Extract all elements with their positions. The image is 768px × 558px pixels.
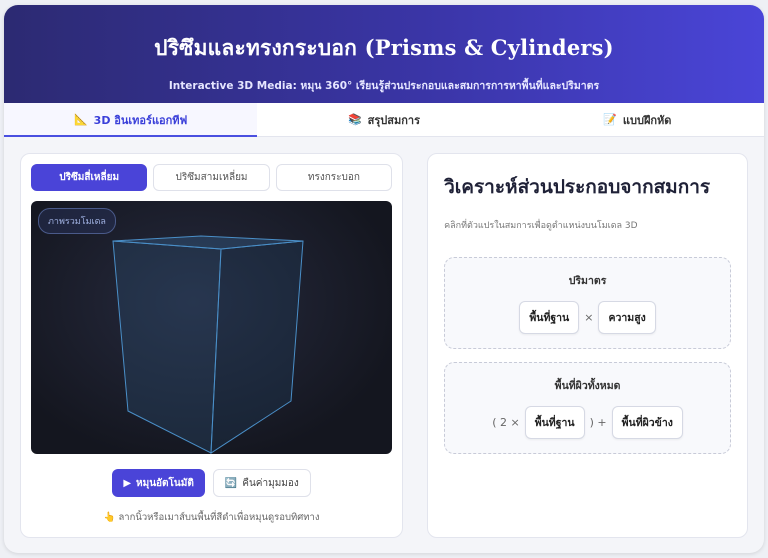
shape-tri-prism-button[interactable]: ปริซึมสามเหลี่ยม bbox=[153, 164, 270, 191]
drag-hint: 👆 ลากนิ้วหรือเมาส์บนพื้นที่สีดำเพื่อหมุน… bbox=[31, 510, 392, 525]
base-area-term[interactable]: พื้นที่ฐาน bbox=[519, 301, 580, 334]
drag-hint-text: ลากนิ้วหรือเมาส์บนพื้นที่สีดำเพื่อหมุนดู… bbox=[118, 512, 320, 523]
page-subtitle: Interactive 3D Media: หมุน 360° เรียนรู้… bbox=[168, 80, 600, 92]
tab-label: สรุปสมการ bbox=[367, 113, 420, 127]
model-panel: ปริซึมสี่เหลี่ยม ปริซึมสามเหลี่ยม ทรงกระ… bbox=[20, 153, 404, 538]
volume-formula: พื้นที่ฐาน × ความสูง bbox=[455, 301, 720, 334]
prism-wireframe bbox=[112, 235, 304, 454]
volume-formula-card: ปริมาตร พื้นที่ฐาน × ความสูง bbox=[444, 257, 731, 349]
shape-cylinder-button[interactable]: ทรงกระบอก bbox=[275, 164, 393, 191]
tab-label: แบบฝึกหัด bbox=[622, 113, 672, 127]
shape-rect-prism-button[interactable]: ปริซึมสี่เหลี่ยม bbox=[31, 164, 148, 191]
base-area-term[interactable]: พื้นที่ฐาน bbox=[524, 406, 585, 439]
reset-icon: 🔄 bbox=[224, 477, 238, 489]
shape-selector: ปริซึมสี่เหลี่ยม ปริซึมสามเหลี่ยม ทรงกระ… bbox=[31, 164, 393, 191]
viewport-controls: ▶ หมุนอัตโนมัติ 🔄 คืนค่ามุมมอง bbox=[31, 469, 392, 497]
analysis-description: คลิกที่ตัวแปรในสมการเพื่อดูตำแหน่งบนโมเด… bbox=[444, 221, 638, 231]
surface-formula: ( 2 × พื้นที่ฐาน ) + พื้นที่ผิวข้าง bbox=[455, 406, 720, 439]
auto-rotate-label: หมุนอัตโนมัติ bbox=[136, 477, 194, 489]
3d-viewport[interactable]: ภาพรวมโมเดล bbox=[31, 201, 393, 454]
formula-suffix: ) + bbox=[589, 416, 607, 429]
ruler-icon: 📐 bbox=[73, 113, 88, 126]
analysis-title: วิเคราะห์ส่วนประกอบจากสมการ bbox=[444, 176, 711, 198]
surface-formula-card: พื้นที่ผิวทั้งหมด ( 2 × พื้นที่ฐาน ) + พ… bbox=[444, 362, 731, 454]
memo-icon: 📝 bbox=[603, 113, 617, 126]
surface-formula-title: พื้นที่ผิวทั้งหมด bbox=[554, 380, 621, 392]
header: ปริซึมและทรงกระบอก (Prisms & Cylinders) … bbox=[4, 5, 764, 103]
volume-formula-title: ปริมาตร bbox=[568, 275, 607, 287]
tab-3d-interactive[interactable]: 📐 3D อินเทอร์แอกทีฟ bbox=[4, 103, 258, 137]
main-content: ปริซึมสี่เหลี่ยม ปริซึมสามเหลี่ยม ทรงกระ… bbox=[20, 153, 748, 538]
reset-view-label: คืนค่ามุมมอง bbox=[242, 477, 299, 489]
page-title: ปริซึมและทรงกระบอก (Prisms & Cylinders) bbox=[154, 35, 614, 60]
formula-prefix: ( 2 × bbox=[492, 416, 520, 429]
height-term[interactable]: ความสูง bbox=[598, 301, 656, 334]
analysis-panel: วิเคราะห์ส่วนประกอบจากสมการ คลิกที่ตัวแป… bbox=[427, 153, 748, 538]
play-icon: ▶ bbox=[123, 477, 132, 489]
lateral-area-term[interactable]: พื้นที่ผิวข้าง bbox=[611, 406, 683, 439]
app-window: ปริซึมและทรงกระบอก (Prisms & Cylinders) … bbox=[4, 5, 764, 553]
multiply-operator: × bbox=[584, 311, 594, 324]
reset-view-button[interactable]: 🔄 คืนค่ามุมมอง bbox=[212, 469, 311, 497]
books-icon: 📚 bbox=[347, 113, 362, 126]
auto-rotate-button[interactable]: ▶ หมุนอัตโนมัติ bbox=[112, 469, 205, 497]
tab-bar: 📐 3D อินเทอร์แอกทีฟ 📚 สรุปสมการ 📝 แบบฝึก… bbox=[4, 103, 764, 137]
overview-badge: ภาพรวมโมเดล bbox=[38, 208, 116, 234]
tab-exercises[interactable]: 📝 แบบฝึกหัด bbox=[511, 103, 764, 136]
tab-formula-summary[interactable]: 📚 สรุปสมการ bbox=[257, 103, 510, 136]
tab-label: 3D อินเทอร์แอกทีฟ bbox=[93, 113, 188, 127]
pointing-hand-icon: 👆 bbox=[103, 512, 116, 523]
